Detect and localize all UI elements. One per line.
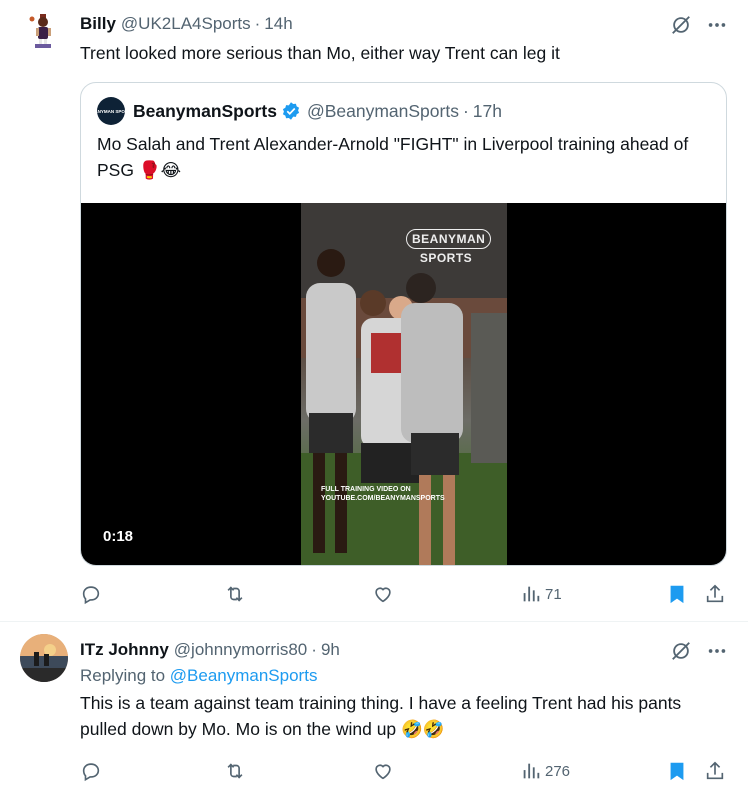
views-count: 276 — [545, 762, 571, 780]
verified-badge-icon — [282, 102, 300, 120]
replying-to: Replying to @BeanymanSports — [80, 666, 317, 686]
video-frame: BEANYMAN SPORTS FULL TRAINING VIDEO ON Y… — [301, 203, 507, 565]
retweet-button[interactable] — [224, 758, 246, 784]
bookmark-icon — [670, 762, 684, 781]
quote-author-name: BeanymanSports — [133, 100, 277, 121]
author-handle[interactable]: @UK2LA4Sports — [121, 14, 251, 34]
author-handle[interactable]: @johnnymorris80 — [174, 640, 307, 660]
quote-timestamp: 17h — [472, 100, 502, 121]
tweet-text: Trent looked more serious than Mo, eithe… — [80, 43, 560, 63]
tweet-header: ITz Johnny @johnnymorris80 · 9h — [80, 639, 340, 661]
reply-button[interactable] — [80, 758, 102, 784]
more-icon[interactable] — [706, 640, 728, 662]
tweet-action-bar: 276 — [80, 758, 726, 784]
video-player[interactable]: BEANYMAN SPORTS FULL TRAINING VIDEO ON Y… — [81, 203, 726, 565]
avatar[interactable] — [20, 634, 68, 682]
share-icon — [706, 761, 724, 780]
tweet-top-actions — [670, 640, 728, 662]
reply-icon — [82, 763, 100, 782]
bookmark-button[interactable] — [666, 758, 688, 784]
share-icon — [706, 584, 724, 603]
replying-to-label: Replying to — [80, 666, 170, 685]
separator-dot: · — [254, 14, 261, 33]
like-button[interactable] — [372, 581, 394, 607]
separator-dot: · — [462, 100, 469, 121]
share-button[interactable] — [704, 758, 726, 784]
retweet-icon — [227, 586, 243, 602]
views-icon — [523, 586, 540, 602]
tweet-text: This is a team against team training thi… — [80, 693, 682, 739]
video-duration: 0:18 — [97, 526, 140, 547]
bookmark-icon — [670, 585, 684, 604]
quote-text: Mo Salah and Trent Alexander-Arnold "FIG… — [97, 134, 689, 180]
quote-header: BEANYMAN SPORTS BeanymanSports @Beanyman… — [88, 97, 502, 125]
author-name[interactable]: ITz Johnny — [80, 640, 169, 660]
grok-icon[interactable] — [670, 640, 692, 662]
quote-avatar[interactable]: BEANYMAN SPORTS — [88, 97, 134, 125]
share-button[interactable] — [704, 581, 726, 607]
like-button[interactable] — [372, 758, 394, 784]
author-name[interactable]: Billy — [80, 14, 116, 34]
bookmark-button[interactable] — [666, 581, 688, 607]
timestamp[interactable]: 14h — [264, 14, 292, 34]
quote-tweet[interactable]: BEANYMAN SPORTS BeanymanSports @Beanyman… — [80, 82, 727, 566]
like-icon — [375, 587, 391, 603]
quote-author-handle: @BeanymanSports — [306, 100, 459, 121]
views-button[interactable]: 276 — [520, 758, 570, 784]
video-watermark: BEANYMAN SPORTS — [406, 229, 492, 267]
views-count: 71 — [545, 585, 562, 603]
retweet-icon — [227, 763, 243, 779]
reply-button[interactable] — [80, 581, 102, 607]
like-icon — [375, 764, 391, 780]
retweet-button[interactable] — [224, 581, 246, 607]
grok-icon[interactable] — [670, 14, 692, 36]
replying-to-handle[interactable]: @BeanymanSports — [170, 666, 318, 685]
avatar[interactable] — [22, 10, 62, 50]
separator-dot: · — [311, 640, 317, 659]
timestamp[interactable]: 9h — [321, 640, 340, 660]
tweet-top-actions — [670, 14, 728, 36]
tweet[interactable]: Billy @UK2LA4Sports · 14h Trent looked m… — [0, 0, 748, 622]
more-icon[interactable] — [706, 14, 728, 36]
reply-icon — [82, 586, 100, 605]
tweet-action-bar: 71 — [80, 581, 726, 607]
tweet-header: Billy @UK2LA4Sports · 14h — [80, 13, 293, 35]
views-button[interactable]: 71 — [520, 581, 562, 607]
tweet[interactable]: ITz Johnny @johnnymorris80 · 9h Replying… — [0, 622, 748, 787]
video-promo-text: FULL TRAINING VIDEO ON YOUTUBE.COM/BEANY… — [321, 486, 445, 502]
views-icon — [523, 763, 540, 779]
